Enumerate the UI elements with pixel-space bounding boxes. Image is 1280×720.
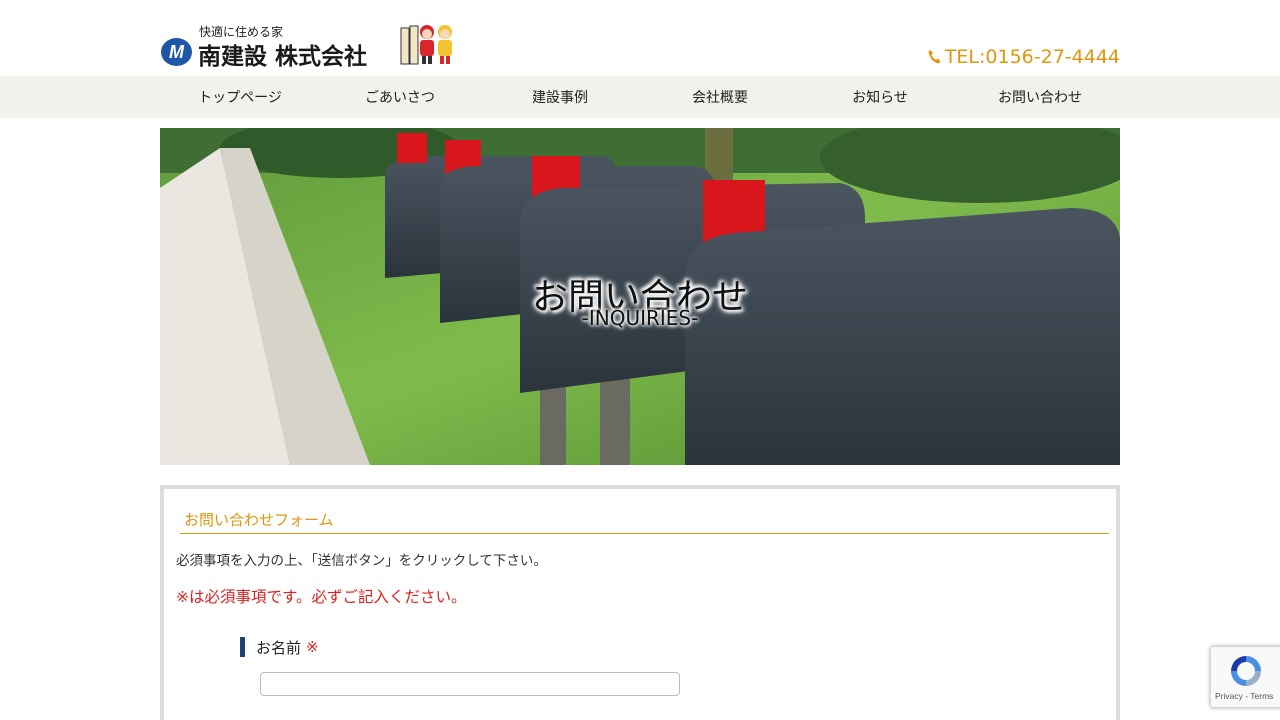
hero-subtitle: -INQUIRIES-	[581, 306, 699, 330]
recaptcha-icon	[1231, 656, 1261, 686]
required-note: ※は必須事項です。必ずご記入ください。	[176, 588, 467, 606]
form-heading: お問い合わせフォーム	[184, 511, 334, 529]
name-input[interactable]	[260, 672, 680, 696]
contact-form-panel: お問い合わせフォーム 必須事項を入力の上、「送信ボタン」をクリックして下さい。 …	[160, 485, 1120, 720]
nav-item-greeting[interactable]: ごあいさつ	[320, 76, 480, 118]
nav-item-company-profile[interactable]: 会社概要	[640, 76, 800, 118]
form-heading-bar: お問い合わせフォーム	[180, 507, 1109, 534]
phone-icon	[928, 50, 941, 64]
site-header: M 快適に住める家 南建設 株式会社 TEL:0156-27-4444	[0, 0, 1280, 76]
nav-item-contact[interactable]: お問い合わせ	[960, 76, 1120, 118]
site-logo[interactable]: M 快適に住める家 南建設 株式会社	[161, 22, 461, 70]
phone-number[interactable]: TEL:0156-27-4444	[927, 46, 1120, 68]
nav-item-top[interactable]: トップページ	[160, 76, 320, 118]
logo-mark-icon: M	[161, 38, 192, 66]
form-instructions: 必須事項を入力の上、「送信ボタン」をクリックして下さい。	[176, 553, 547, 569]
nav-item-construction-examples[interactable]: 建設事例	[480, 76, 640, 118]
recaptcha-badge[interactable]: Privacy - Terms	[1210, 646, 1280, 708]
name-field-label: お名前 ※	[240, 637, 319, 657]
main-nav: トップページ ごあいさつ 建設事例 会社概要 お知らせ お問い合わせ	[0, 76, 1280, 118]
phone-number-text: TEL:0156-27-4444	[944, 46, 1120, 68]
name-label-text: お名前	[256, 638, 302, 657]
hero-banner: お問い合わせ -INQUIRIES-	[160, 128, 1120, 465]
recaptcha-privacy-terms[interactable]: Privacy - Terms	[1215, 691, 1273, 701]
nav-item-news[interactable]: お知らせ	[800, 76, 960, 118]
mascot-illustration-icon	[400, 25, 452, 65]
logo-company-name: 南建設 株式会社	[198, 44, 368, 70]
required-mark: ※	[306, 638, 319, 656]
